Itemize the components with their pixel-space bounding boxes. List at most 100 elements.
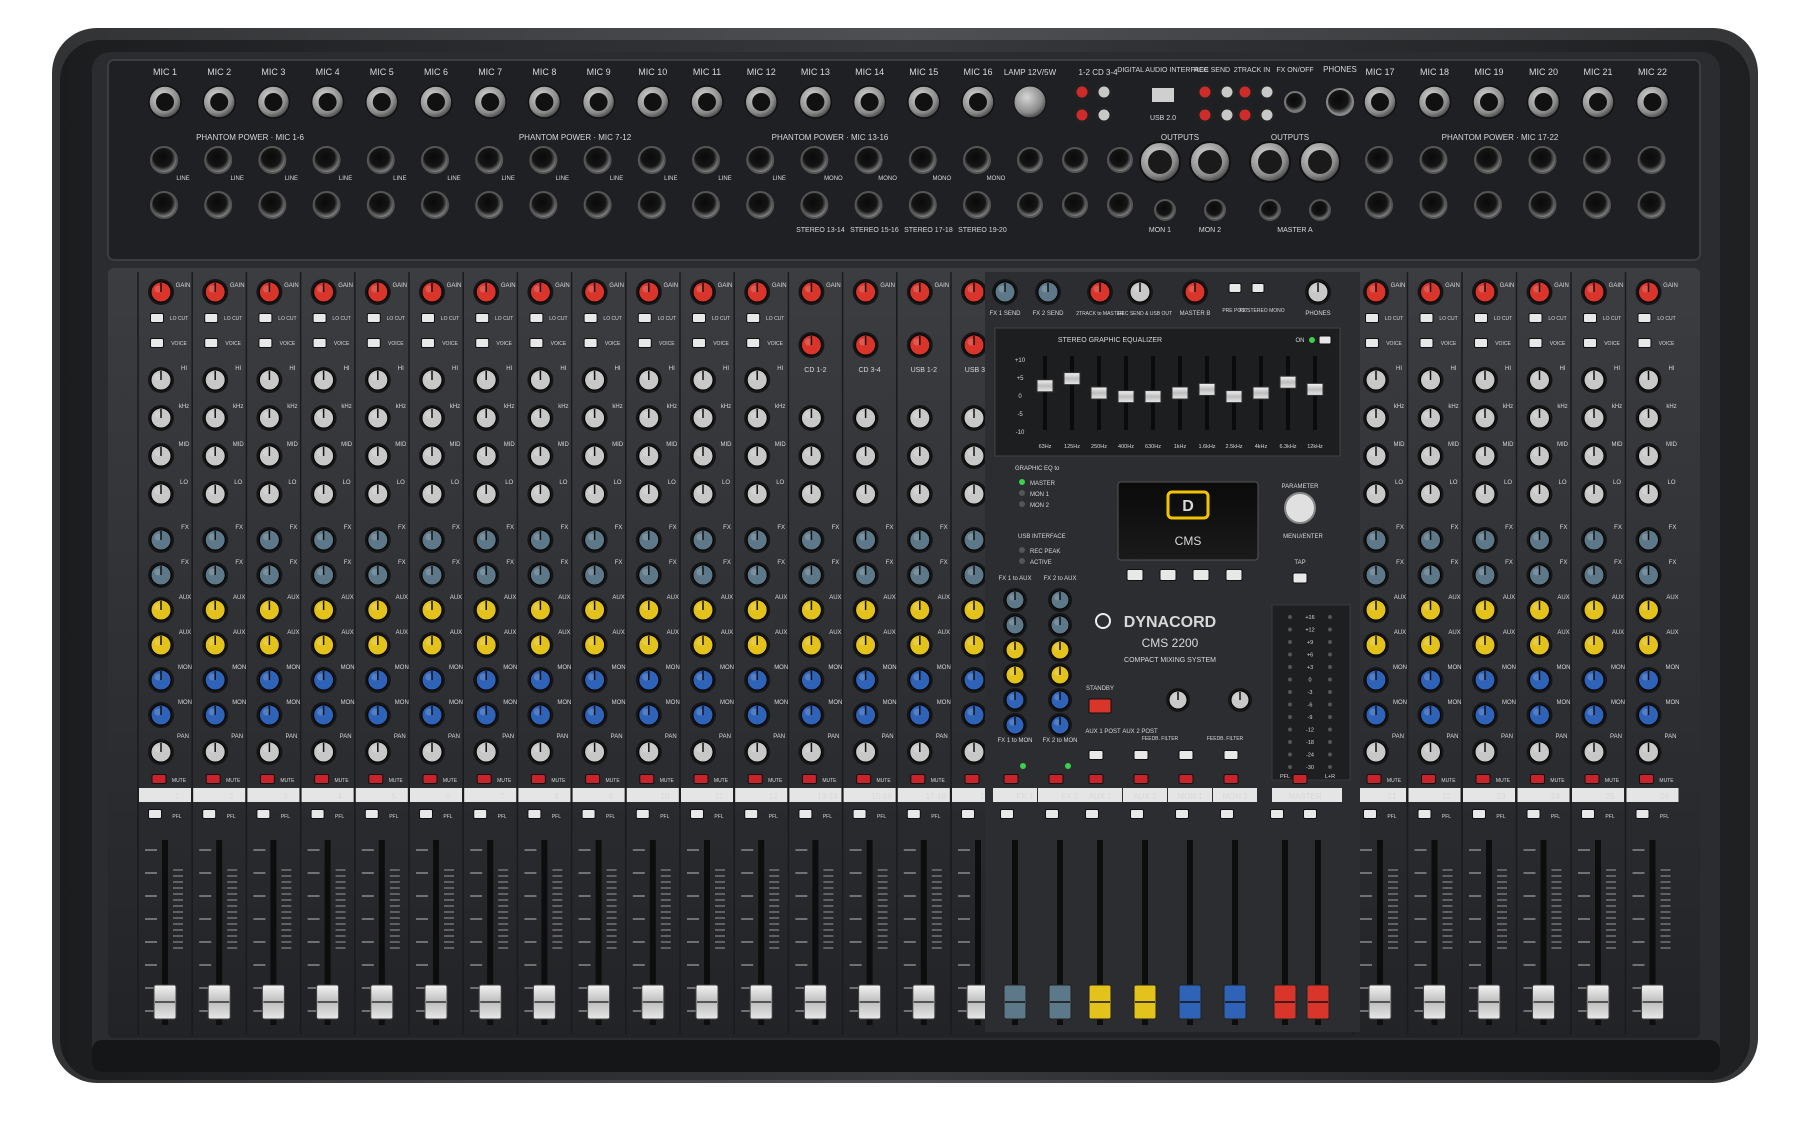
voice-filter-button-8[interactable]	[529, 338, 544, 348]
voice-filter-button-23[interactable]	[1474, 338, 1488, 348]
lo-cut-button-25[interactable]	[1583, 313, 1597, 323]
line-jack-8[interactable]	[529, 146, 558, 174]
pfl-button-12[interactable]	[744, 809, 759, 819]
lo-cut-button-5[interactable]	[366, 313, 381, 323]
line-jack-4[interactable]	[312, 146, 341, 174]
lo-cut-button-4[interactable]	[312, 313, 327, 323]
line-jack-6[interactable]	[421, 146, 449, 174]
eq-slider-9[interactable]	[1279, 375, 1297, 389]
insert-jack-21[interactable]	[1583, 191, 1611, 219]
insert-jack-20[interactable]	[1528, 191, 1557, 219]
eq-slider-1[interactable]	[1063, 372, 1081, 386]
line-jack-20[interactable]	[1528, 146, 1557, 174]
lo-cut-button-9[interactable]	[583, 313, 598, 323]
line-jack-9[interactable]	[583, 146, 612, 174]
aux-mon-mute-1[interactable]	[1133, 774, 1149, 784]
insert-jack-8[interactable]	[529, 191, 558, 219]
line-jack-1[interactable]	[150, 146, 178, 174]
line-jack-16[interactable]	[963, 146, 991, 174]
pfl-button-24[interactable]	[1526, 809, 1541, 819]
mute-button-7[interactable]	[476, 774, 492, 784]
lo-cut-button-3[interactable]	[258, 313, 273, 323]
mute-button-12[interactable]	[747, 774, 763, 784]
mute-button-22[interactable]	[1421, 774, 1436, 784]
pfl-button-23[interactable]	[1472, 809, 1486, 819]
line-jack-17[interactable]	[1365, 146, 1393, 174]
insert-jack-5[interactable]	[366, 191, 395, 219]
pfl-button-10[interactable]	[635, 809, 650, 819]
tap-button[interactable]	[1292, 572, 1308, 584]
mute-button-21[interactable]	[1366, 774, 1382, 784]
lo-cut-button-7[interactable]	[475, 313, 490, 323]
pfl-button-6[interactable]	[419, 809, 433, 819]
eq-slider-6[interactable]	[1198, 382, 1216, 396]
fx-pfl-1[interactable]	[1045, 809, 1059, 819]
lo-cut-button-22[interactable]	[1419, 313, 1434, 323]
voice-filter-button-2[interactable]	[204, 338, 219, 348]
mute-button-3[interactable]	[259, 774, 275, 784]
line-jack-5[interactable]	[366, 146, 395, 174]
mute-button-13[interactable]	[801, 774, 817, 784]
lo-cut-button-21[interactable]	[1365, 313, 1379, 323]
mute-button-4[interactable]	[314, 774, 330, 784]
insert-jack-14[interactable]	[854, 191, 883, 219]
fx-send-jack[interactable]	[1062, 147, 1088, 173]
bus-pfl-4[interactable]	[1270, 809, 1284, 819]
rca-jack[interactable]	[1196, 106, 1214, 124]
voice-filter-button-24[interactable]	[1528, 338, 1543, 348]
rca-cd[interactable]	[1073, 106, 1091, 124]
insert-jack[interactable]	[1309, 199, 1331, 221]
pfl-button-9[interactable]	[581, 809, 596, 819]
mute-button-26[interactable]	[1639, 774, 1654, 784]
voice-filter-button-25[interactable]	[1583, 338, 1597, 348]
eq-slider-0[interactable]	[1036, 379, 1054, 393]
insert-jack-17[interactable]	[1365, 191, 1393, 219]
insert-jack-18[interactable]	[1419, 191, 1448, 219]
mute-button-16[interactable]	[964, 774, 980, 784]
parameter-encoder[interactable]	[1284, 492, 1316, 524]
rca-jack[interactable]	[1236, 83, 1254, 101]
softkey-3[interactable]	[1192, 569, 1210, 581]
lo-cut-button-11[interactable]	[692, 313, 706, 323]
rca-cd[interactable]	[1095, 106, 1113, 124]
aux-mon-mute-0[interactable]	[1088, 774, 1104, 784]
line-jack-13[interactable]	[800, 146, 829, 174]
softkey-2[interactable]	[1159, 569, 1177, 581]
insert-jack-10[interactable]	[637, 191, 666, 219]
insert-jack-19[interactable]	[1474, 191, 1502, 219]
aux-mon-pre-3[interactable]	[1223, 750, 1239, 760]
line-jack-15[interactable]	[908, 146, 937, 174]
voice-filter-button-21[interactable]	[1365, 338, 1379, 348]
mute-button-2[interactable]	[205, 774, 221, 784]
aux-mon-mute-2[interactable]	[1178, 774, 1194, 784]
insert-jack[interactable]	[1154, 199, 1176, 221]
voice-filter-button-7[interactable]	[475, 338, 490, 348]
aux-jack[interactable]	[1017, 192, 1043, 218]
insert-jack-1[interactable]	[150, 191, 178, 219]
insert-jack-12[interactable]	[746, 191, 775, 219]
softkey-1[interactable]	[1126, 569, 1144, 581]
insert-jack-15[interactable]	[908, 191, 937, 219]
pfl-button-2[interactable]	[202, 809, 217, 819]
pfl-button-11[interactable]	[690, 809, 704, 819]
insert-jack[interactable]	[1259, 199, 1281, 221]
eq-slider-4[interactable]	[1144, 390, 1162, 404]
mute-button-6[interactable]	[422, 774, 438, 784]
line-jack-19[interactable]	[1474, 146, 1502, 174]
insert-jack-9[interactable]	[583, 191, 612, 219]
voice-filter-button-4[interactable]	[312, 338, 327, 348]
fx-mute-0[interactable]	[1003, 774, 1019, 784]
voice-filter-button-12[interactable]	[746, 338, 761, 348]
bus-pfl-0[interactable]	[1085, 809, 1099, 819]
line-jack-7[interactable]	[475, 146, 504, 174]
mute-button-1[interactable]	[151, 774, 167, 784]
softkey-4[interactable]	[1225, 569, 1243, 581]
eq-slider-5[interactable]	[1171, 386, 1189, 400]
mute-button-9[interactable]	[585, 774, 601, 784]
fx-stereo-mono-button[interactable]	[1251, 283, 1265, 293]
mute-button-5[interactable]	[368, 774, 384, 784]
aux-mon-mute-3[interactable]	[1223, 774, 1239, 784]
aux-jack[interactable]	[1062, 192, 1088, 218]
voice-filter-button-5[interactable]	[366, 338, 381, 348]
lo-cut-button-24[interactable]	[1528, 313, 1543, 323]
